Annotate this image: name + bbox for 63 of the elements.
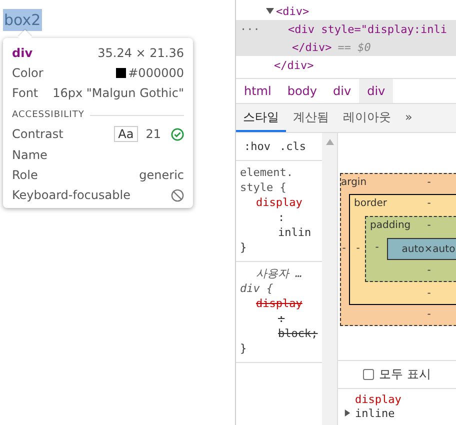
property-value: #000000 bbox=[128, 66, 184, 80]
box-value: - bbox=[427, 220, 431, 231]
not-allowed-icon bbox=[171, 188, 184, 202]
panel-tab[interactable]: 계산됨 bbox=[286, 104, 336, 132]
contrast-ratio: 21 bbox=[146, 127, 161, 141]
computed-property: display bbox=[355, 393, 402, 407]
expand-arrow-icon[interactable] bbox=[266, 7, 274, 15]
box-label: argin bbox=[341, 177, 367, 188]
section-heading: ACCESSIBILITY bbox=[12, 110, 84, 120]
breadcrumb[interactable]: body bbox=[279, 79, 326, 103]
check-circle-icon bbox=[171, 128, 184, 140]
contrast-sample: Aa bbox=[114, 126, 138, 142]
panel-tab[interactable]: 레이아웃 bbox=[336, 104, 398, 132]
more-dots[interactable]: ··· bbox=[236, 22, 288, 36]
highlighted-element: box2 bbox=[3, 9, 42, 31]
property-value: generic bbox=[139, 168, 184, 182]
property-label: Contrast bbox=[12, 127, 64, 141]
selected-marker: == $0 bbox=[338, 40, 371, 54]
closing-brace: } bbox=[240, 341, 248, 356]
breadcrumb[interactable]: div bbox=[359, 79, 394, 103]
html-tag[interactable]: <div> bbox=[276, 4, 310, 18]
box-value: - bbox=[375, 242, 379, 253]
box-value: - bbox=[427, 265, 431, 276]
property-label: Name bbox=[12, 148, 48, 162]
html-tag[interactable]: </div> bbox=[274, 58, 314, 72]
html-tag[interactable]: <div style="display:inli bbox=[288, 22, 447, 36]
property-value: 16px "Malgun Gothic" bbox=[52, 86, 184, 100]
breadcrumb[interactable]: html bbox=[236, 79, 280, 103]
rule-origin: 사용자 … bbox=[255, 266, 304, 281]
box-value: - bbox=[427, 309, 431, 320]
content-box: auto×auto bbox=[387, 238, 456, 260]
checkbox[interactable] bbox=[363, 369, 374, 380]
element-size: 35.24 × 21.36 bbox=[98, 46, 184, 60]
box-value: - bbox=[427, 288, 431, 299]
panel-tab[interactable]: 스타일 bbox=[236, 104, 286, 132]
css-colon: : bbox=[277, 210, 286, 225]
property-label: Role bbox=[12, 168, 38, 182]
computed-value: inline bbox=[355, 407, 396, 421]
css-value: block; bbox=[277, 326, 318, 341]
css-selector: element. style { bbox=[240, 165, 294, 195]
property-label: Font bbox=[12, 86, 38, 100]
css-selector: div { bbox=[240, 281, 274, 296]
more-tabs-button[interactable]: » bbox=[398, 104, 420, 132]
box-value: - bbox=[427, 177, 431, 188]
css-property: display bbox=[255, 195, 304, 210]
box-value: - bbox=[342, 242, 346, 254]
checkbox-label: 모두 표시 bbox=[379, 366, 431, 383]
box-label: border bbox=[354, 198, 388, 209]
tag-name: div bbox=[12, 46, 33, 60]
html-tag[interactable]: </div> bbox=[292, 40, 332, 54]
property-label: Color bbox=[12, 66, 44, 80]
expand-arrow-icon[interactable] bbox=[344, 409, 351, 417]
box-value: - bbox=[356, 242, 360, 254]
css-property: display bbox=[255, 296, 304, 311]
class-toggle[interactable]: .cls bbox=[280, 140, 306, 153]
hover-toggle[interactable]: :hov bbox=[244, 140, 270, 153]
css-value: inlin bbox=[277, 225, 312, 240]
closing-brace: } bbox=[240, 240, 248, 255]
property-label: Keyboard-focusable bbox=[12, 188, 130, 202]
breadcrumb[interactable]: div bbox=[325, 79, 360, 103]
css-colon: : bbox=[277, 311, 286, 326]
box-label: padding bbox=[370, 220, 411, 231]
box-value: - bbox=[427, 198, 431, 209]
